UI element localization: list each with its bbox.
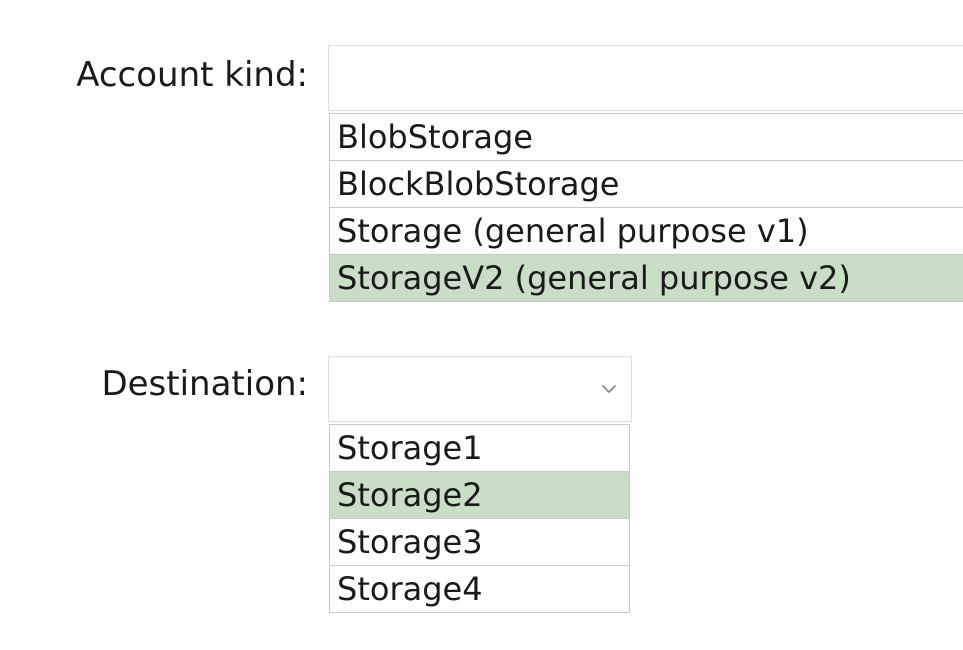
account-kind-dropdown[interactable] (328, 45, 963, 111)
destination-option-storage4[interactable]: Storage4 (330, 565, 629, 612)
account-kind-option-blockblobstorage[interactable]: BlockBlobStorage (330, 160, 963, 207)
chevron-down-icon[interactable] (601, 383, 617, 395)
destination-option-storage3[interactable]: Storage3 (330, 518, 629, 565)
account-kind-options-list: BlobStorage BlockBlobStorage Storage (ge… (329, 113, 963, 302)
destination-option-storage1[interactable]: Storage1 (330, 425, 629, 471)
destination-dropdown[interactable] (328, 356, 632, 422)
account-kind-option-storage-v1[interactable]: Storage (general purpose v1) (330, 207, 963, 254)
account-kind-label: Account kind: (76, 55, 308, 95)
destination-option-storage2[interactable]: Storage2 (330, 471, 629, 518)
destination-options-list: Storage1 Storage2 Storage3 Storage4 (329, 424, 630, 613)
destination-label: Destination: (101, 364, 308, 404)
account-kind-option-storagev2[interactable]: StorageV2 (general purpose v2) (330, 254, 963, 301)
answer-area: Account kind: BlobStorage BlockBlobStora… (0, 0, 963, 650)
account-kind-option-blobstorage[interactable]: BlobStorage (330, 114, 963, 160)
